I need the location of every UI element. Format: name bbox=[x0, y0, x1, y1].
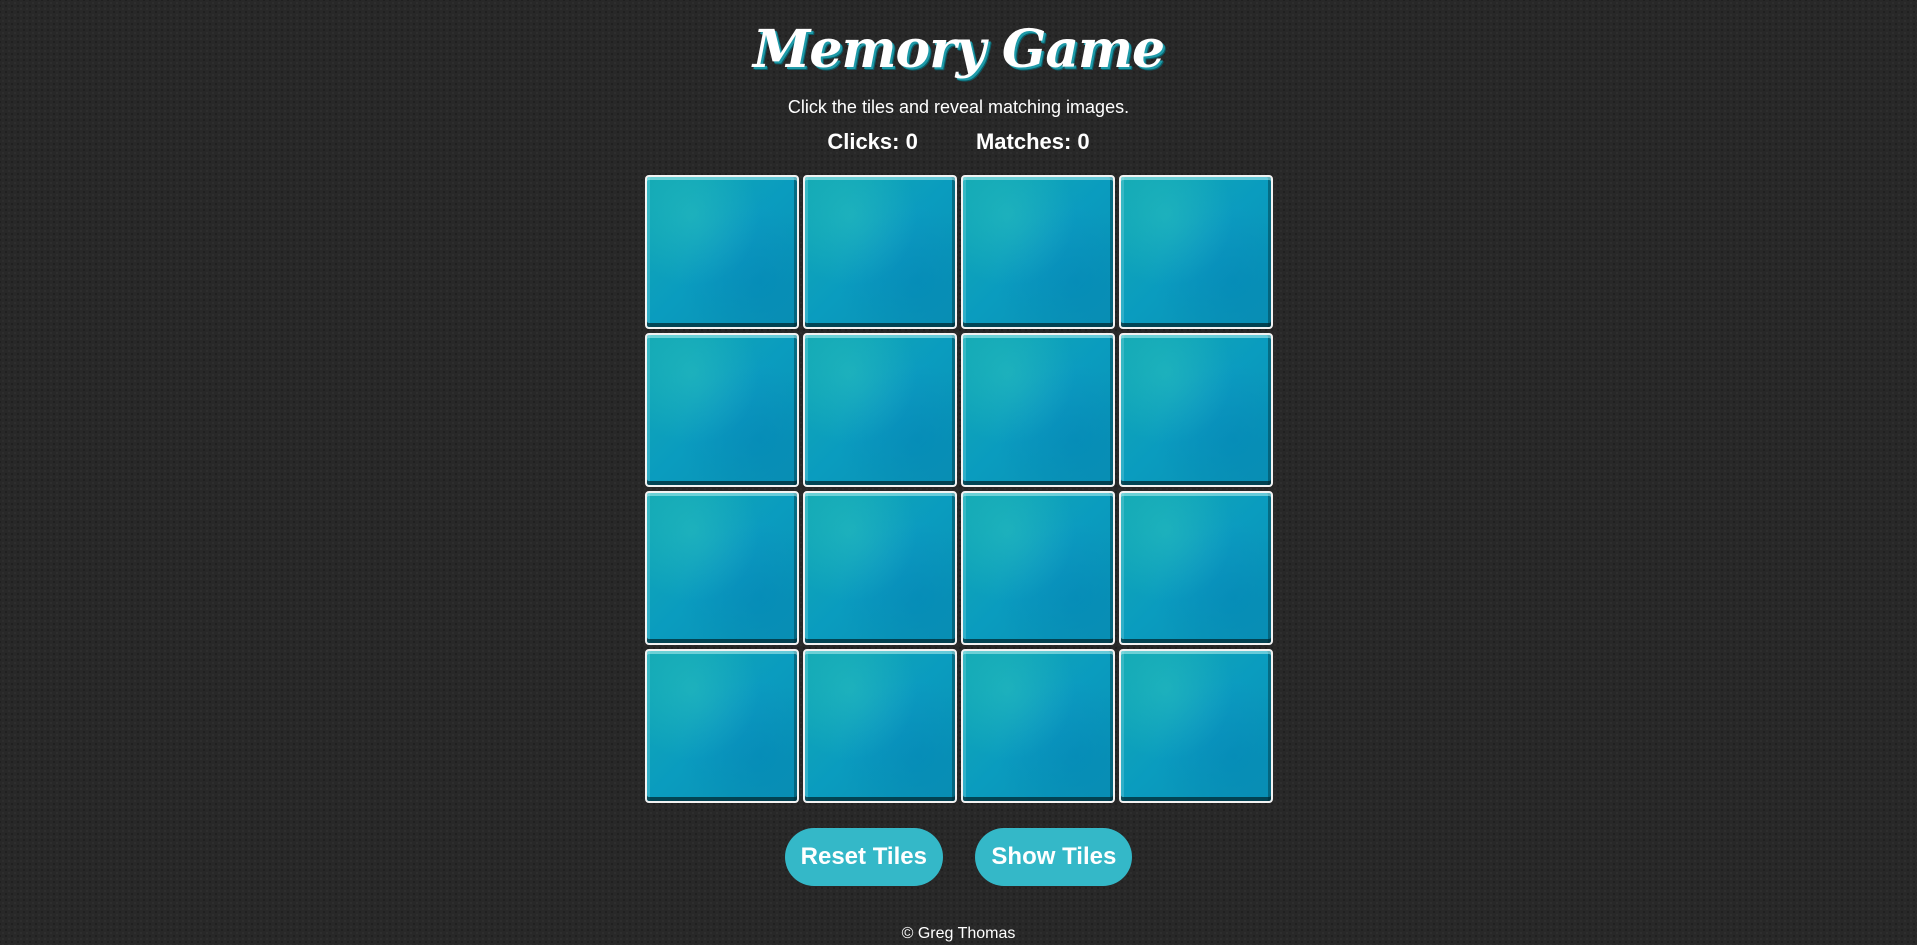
reset-tiles-button[interactable]: Reset Tiles bbox=[784, 828, 943, 886]
tile-13[interactable] bbox=[645, 649, 799, 803]
tile-5[interactable] bbox=[645, 333, 799, 487]
tile-14[interactable] bbox=[803, 649, 957, 803]
tile-4[interactable] bbox=[1119, 175, 1273, 329]
tile-2[interactable] bbox=[803, 175, 957, 329]
tile-11[interactable] bbox=[961, 491, 1115, 645]
tile-15[interactable] bbox=[961, 649, 1115, 803]
footer-copyright: © Greg Thomas bbox=[901, 925, 1016, 942]
clicks-counter: Clicks: 0 bbox=[827, 129, 918, 154]
tile-12[interactable] bbox=[1119, 491, 1273, 645]
controls: Reset Tiles Show Tiles bbox=[0, 828, 1917, 886]
tile-16[interactable] bbox=[1119, 649, 1273, 803]
memory-game-page: Memory Game Click the tiles and reveal m… bbox=[0, 0, 1917, 945]
tile-8[interactable] bbox=[1119, 333, 1273, 487]
page-title: Memory Game bbox=[752, 19, 1165, 80]
matches-counter: Matches: 0 bbox=[975, 129, 1090, 154]
tile-6[interactable] bbox=[803, 333, 957, 487]
tile-3[interactable] bbox=[961, 175, 1115, 329]
tile-10[interactable] bbox=[803, 491, 957, 645]
show-tiles-button[interactable]: Show Tiles bbox=[975, 828, 1133, 886]
tile-9[interactable] bbox=[645, 491, 799, 645]
instructions-text: Click the tiles and reveal matching imag… bbox=[787, 97, 1130, 117]
tile-board bbox=[645, 175, 1275, 805]
game-stats: Clicks: 0 Matches: 0 bbox=[0, 128, 1917, 156]
tile-7[interactable] bbox=[961, 333, 1115, 487]
tile-1[interactable] bbox=[645, 175, 799, 329]
